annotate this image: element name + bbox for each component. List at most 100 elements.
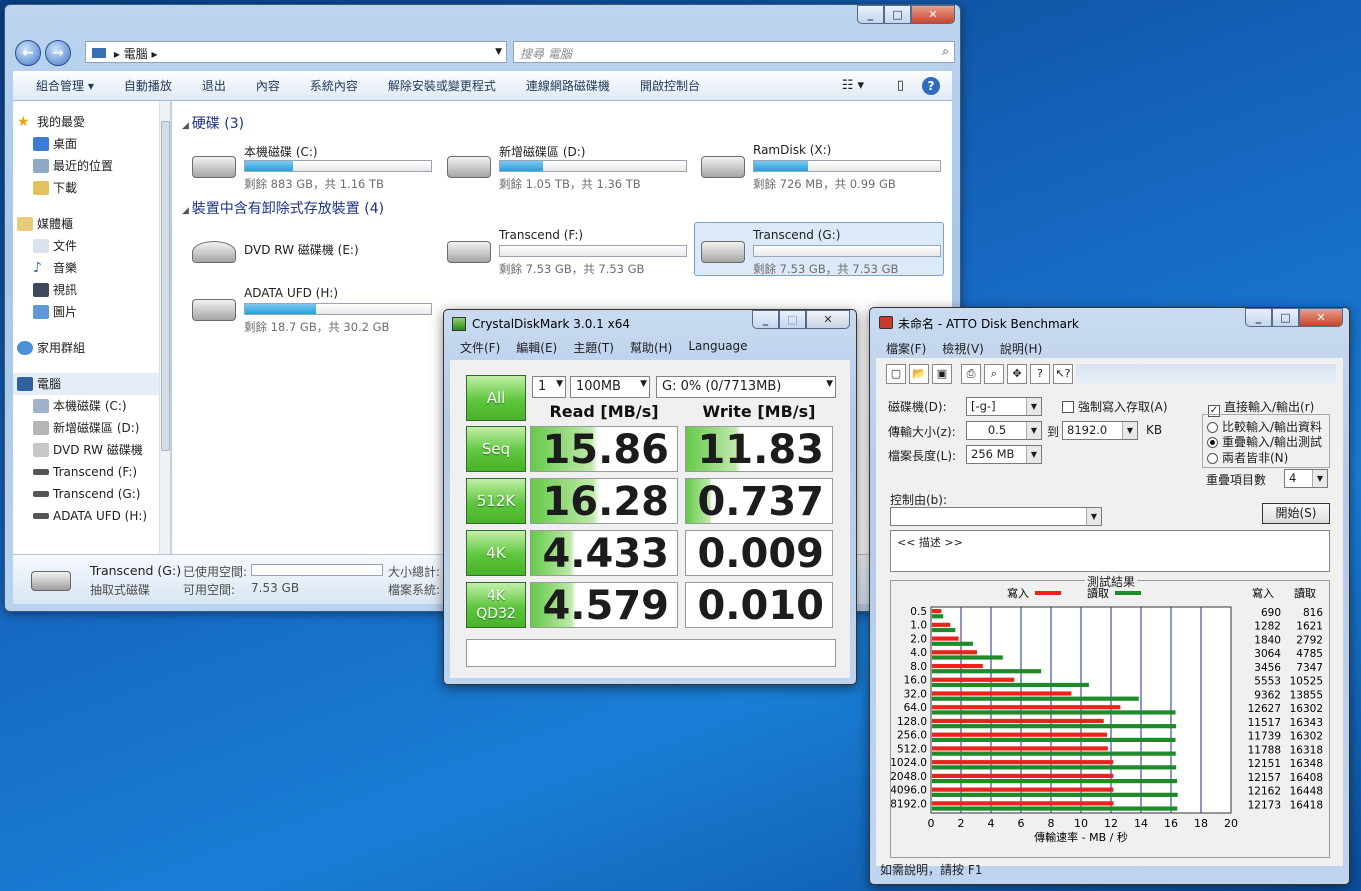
- forward-button[interactable]: →: [45, 40, 71, 66]
- nav-label: 下載: [53, 181, 78, 195]
- close-button[interactable]: ✕: [911, 5, 955, 24]
- toolbar-system-properties[interactable]: 系統內容: [295, 77, 373, 94]
- bar-read: [932, 806, 1178, 811]
- back-button[interactable]: ←: [15, 40, 41, 66]
- transfer-from-select[interactable]: 0.5 ▼: [966, 421, 1042, 440]
- toolbar-eject[interactable]: 退出: [187, 77, 241, 94]
- 4k-button[interactable]: 4K: [466, 530, 526, 576]
- menu-file[interactable]: 檔案(F): [878, 340, 934, 357]
- minimize-button[interactable]: _: [1245, 308, 1272, 327]
- toolbar-control-panel[interactable]: 開啟控制台: [625, 77, 715, 94]
- drive-c[interactable]: 本機磁碟 (C:) 剩餘 883 GB，共 1.16 TB: [186, 138, 436, 192]
- count-select[interactable]: 1 ▼: [532, 376, 566, 398]
- address-dropdown-icon[interactable]: ▼: [495, 47, 502, 57]
- nav-desktop[interactable]: 桌面: [13, 133, 170, 155]
- file-length-select[interactable]: 256 MB ▼: [966, 445, 1042, 464]
- all-button[interactable]: All: [466, 375, 526, 421]
- address-segment[interactable]: 電腦: [124, 47, 148, 61]
- menu-view[interactable]: 檢視(V): [934, 340, 992, 357]
- menu-edit[interactable]: 編輯(E): [508, 339, 565, 356]
- explorer-navbar: ← → ▸ 電腦 ▸ ▼ 搜尋 電腦 ⌕: [13, 37, 955, 67]
- view-options-icon[interactable]: ☷ ▾: [842, 78, 864, 93]
- group-label: 裝置中含有卸除式存放裝置 (4): [191, 201, 385, 217]
- drive-f[interactable]: Transcend (F:) 剩餘 7.53 GB，共 7.53 GB: [441, 223, 691, 277]
- move-icon[interactable]: ✥: [1007, 364, 1027, 384]
- nav-videos[interactable]: 視訊: [13, 279, 170, 301]
- nav-documents[interactable]: 文件: [13, 235, 170, 257]
- description-box[interactable]: << 描述 >>: [890, 530, 1330, 572]
- 4k-qd32-button[interactable]: 4K QD32: [466, 582, 526, 628]
- y-tick-label: 128.0: [897, 716, 927, 728]
- nav-computer[interactable]: 電腦: [13, 373, 170, 395]
- group-removable-header[interactable]: ◢ 裝置中含有卸除式存放裝置 (4): [182, 198, 384, 218]
- 512k-button[interactable]: 512K: [466, 478, 526, 524]
- group-hdd-header[interactable]: ◢ 硬碟 (3): [182, 113, 244, 133]
- preview-pane-icon[interactable]: ▯: [897, 78, 904, 93]
- nav-drive-c[interactable]: 本機磁碟 (C:): [13, 395, 170, 417]
- nav-homegroup[interactable]: 家用群組: [13, 337, 170, 359]
- print-preview-icon[interactable]: ⌕: [984, 364, 1004, 384]
- print-icon[interactable]: ⎙: [961, 364, 981, 384]
- maximize-button[interactable]: □: [779, 310, 806, 329]
- nav-drive-g[interactable]: Transcend (G:): [13, 483, 170, 505]
- size-select[interactable]: 100MB ▼: [570, 376, 650, 398]
- x-tick-label: 14: [1134, 817, 1148, 830]
- control-select[interactable]: ▼: [890, 507, 1102, 526]
- drive-select[interactable]: G: 0% (0/7713MB) ▼: [656, 376, 836, 398]
- toolbar-autoplay[interactable]: 自動播放: [109, 77, 187, 94]
- toolbar-organize[interactable]: 組合管理 ▾: [21, 77, 109, 94]
- comment-box[interactable]: [466, 639, 836, 667]
- window-title: 未命名 - ATTO Disk Benchmark: [898, 317, 1079, 331]
- drive-e[interactable]: DVD RW 磁碟機 (E:): [186, 223, 436, 277]
- menu-theme[interactable]: 主題(T): [565, 339, 622, 356]
- drive-usage-bar: [244, 160, 432, 172]
- close-button[interactable]: ✕: [1299, 308, 1343, 327]
- nav-drive-e[interactable]: DVD RW 磁碟機: [13, 439, 170, 461]
- maximize-button[interactable]: □: [884, 5, 911, 24]
- queue-depth-select[interactable]: 4 ▼: [1284, 469, 1328, 488]
- toolbar-properties[interactable]: 內容: [241, 77, 295, 94]
- minimize-button[interactable]: _: [857, 5, 884, 24]
- nav-downloads[interactable]: 下載: [13, 177, 170, 199]
- menu-help[interactable]: 幫助(H): [622, 339, 680, 356]
- nav-scrollbar[interactable]: [159, 101, 170, 554]
- transfer-to-select[interactable]: 8192.0 ▼: [1062, 421, 1138, 440]
- save-icon[interactable]: ▣: [932, 364, 952, 384]
- radio-neither[interactable]: 兩者皆非(N): [1207, 449, 1288, 466]
- to-label: 到: [1047, 425, 1060, 439]
- nav-recent[interactable]: 最近的位置: [13, 155, 170, 177]
- scroll-thumb[interactable]: [161, 121, 170, 451]
- minimize-button[interactable]: _: [752, 310, 779, 329]
- nav-pictures[interactable]: 圖片: [13, 301, 170, 323]
- nav-drive-d[interactable]: 新增磁碟區 (D:): [13, 417, 170, 439]
- nav-music[interactable]: ♪ 音樂: [13, 257, 170, 279]
- force-write-checkbox[interactable]: 強制寫入存取(A): [1062, 398, 1168, 415]
- drive-d[interactable]: 新增磁碟區 (D:) 剩餘 1.05 TB，共 1.36 TB: [441, 138, 691, 192]
- about-icon[interactable]: ?: [1030, 364, 1050, 384]
- drive-g[interactable]: Transcend (G:) 剩餘 7.53 GB，共 7.53 GB: [694, 222, 944, 276]
- nav-favorites[interactable]: ★ 我的最愛: [13, 111, 170, 133]
- search-input[interactable]: 搜尋 電腦 ⌕: [513, 41, 955, 63]
- value-read: 7347: [1296, 662, 1323, 674]
- address-bar[interactable]: ▸ 電腦 ▸ ▼: [85, 41, 507, 63]
- seq-button[interactable]: Seq: [466, 426, 526, 472]
- drive-h[interactable]: ADATA UFD (H:) 剩餘 18.7 GB，共 30.2 GB: [186, 281, 436, 335]
- help-icon[interactable]: ?: [922, 76, 940, 95]
- toolbar-uninstall[interactable]: 解除安裝或變更程式: [373, 77, 511, 94]
- open-icon[interactable]: 📂: [909, 364, 929, 384]
- menu-help[interactable]: 說明(H): [992, 340, 1050, 357]
- nav-drive-h[interactable]: ADATA UFD (H:): [13, 505, 170, 527]
- drive-select[interactable]: [-g-] ▼: [966, 397, 1042, 416]
- start-button[interactable]: 開始(S): [1262, 503, 1330, 524]
- maximize-button[interactable]: □: [1272, 308, 1299, 327]
- radio-overlapped[interactable]: 重疊輸入/輸出測試: [1207, 433, 1322, 450]
- toolbar-map-drive[interactable]: 連線網路磁碟機: [511, 77, 625, 94]
- new-icon[interactable]: ▢: [886, 364, 906, 384]
- close-button[interactable]: ✕: [806, 310, 850, 329]
- menu-file[interactable]: 文件(F): [452, 339, 508, 356]
- nav-drive-f[interactable]: Transcend (F:): [13, 461, 170, 483]
- context-help-icon[interactable]: ↖?: [1053, 364, 1073, 384]
- menu-language[interactable]: Language: [680, 339, 755, 356]
- drive-x[interactable]: RamDisk (X:) 剩餘 726 MB，共 0.99 GB: [695, 138, 945, 192]
- nav-libraries[interactable]: 媒體櫃: [13, 213, 170, 235]
